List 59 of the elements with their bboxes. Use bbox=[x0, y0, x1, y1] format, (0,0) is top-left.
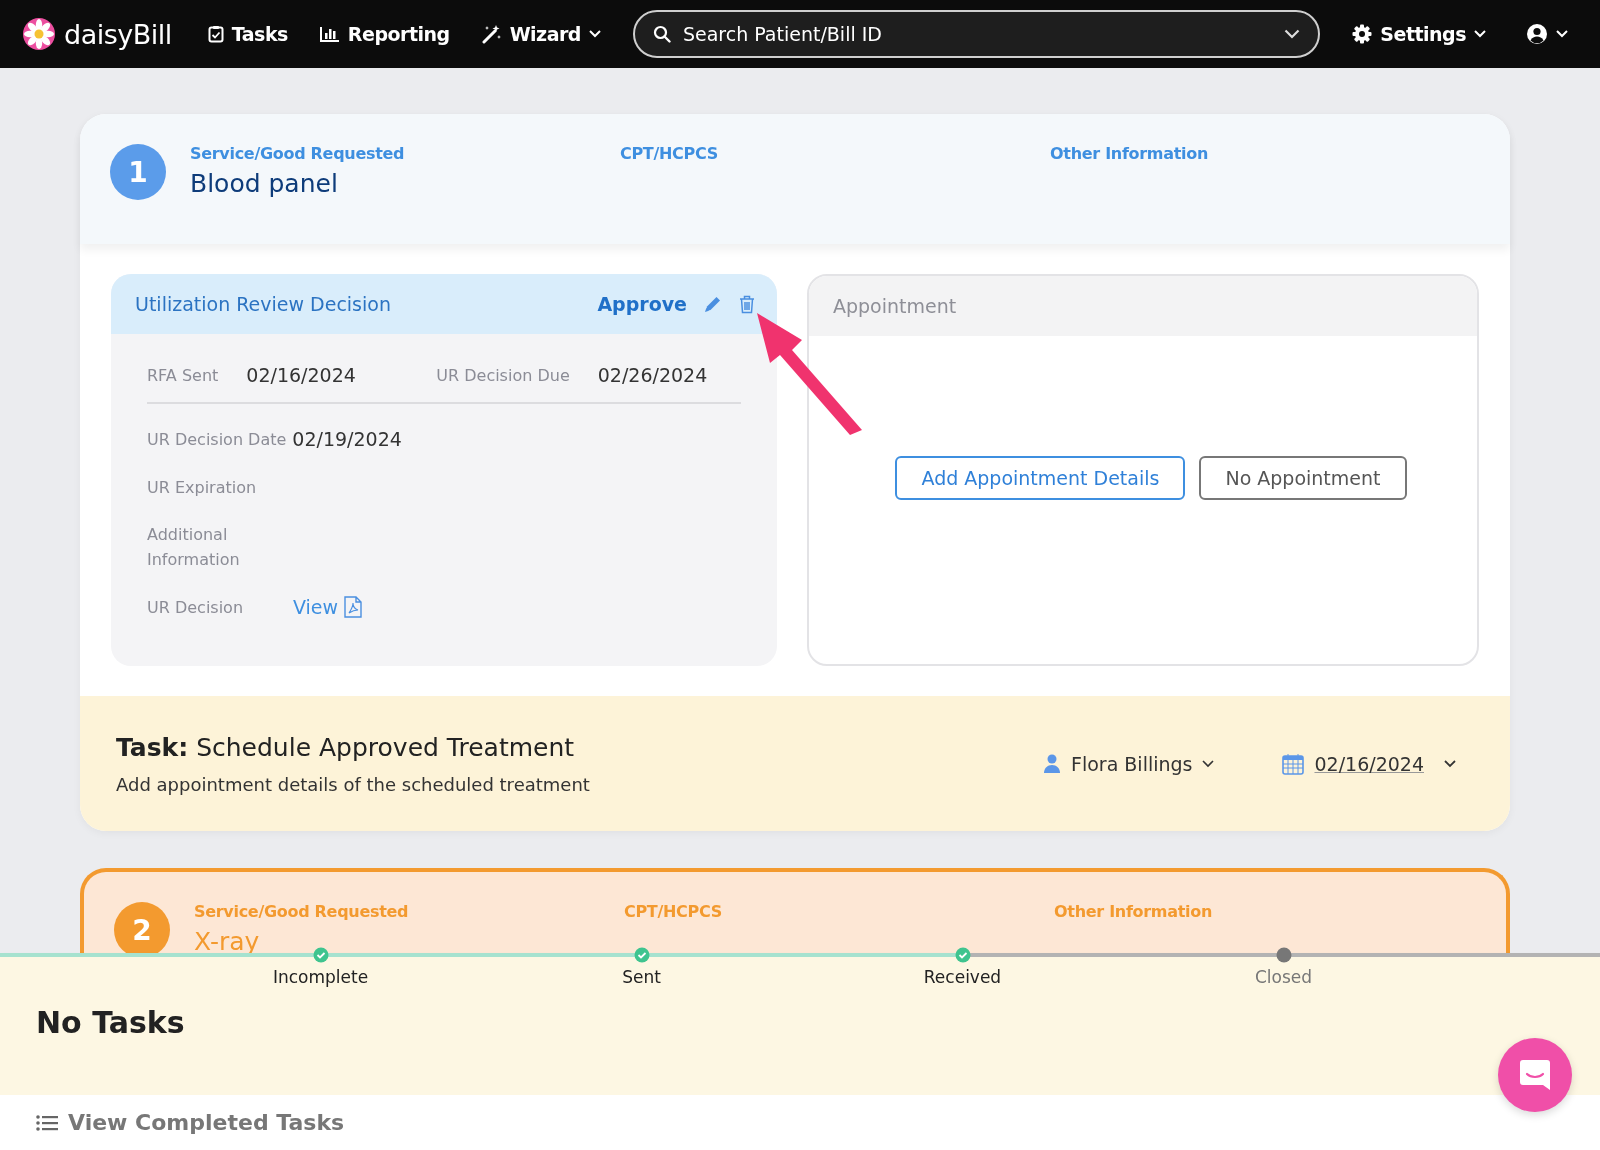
task-title: Task: Schedule Approved Treatment bbox=[116, 732, 576, 762]
field-label: RFA Sent bbox=[147, 365, 219, 385]
pencil-icon[interactable] bbox=[703, 294, 723, 314]
nav-item[interactable]: Tasks bbox=[197, 17, 298, 51]
panel-title: No Tasks bbox=[35, 1004, 186, 1040]
column-label: Other Information bbox=[1054, 902, 1213, 921]
field-value: 02/19/2024 bbox=[292, 428, 402, 450]
column-label: Service/Good Requested bbox=[194, 902, 410, 921]
bar-chart-icon bbox=[319, 26, 340, 42]
decision-status: Approve bbox=[597, 293, 687, 315]
field-value: 02/26/2024 bbox=[597, 364, 708, 386]
column-label: CPT/HCPCS bbox=[624, 902, 723, 921]
list-icon bbox=[36, 1113, 58, 1132]
user-icon bbox=[1526, 23, 1548, 45]
due-date-dropdown[interactable]: 02/16/2024 bbox=[1278, 748, 1460, 779]
step-label: Incomplete bbox=[272, 967, 369, 987]
chevron-down-icon bbox=[1444, 759, 1456, 768]
column-label: CPT/HCPCS bbox=[620, 144, 719, 163]
daisy-logo-icon bbox=[22, 17, 56, 51]
field-label: UR Decision bbox=[147, 597, 245, 617]
nav-item[interactable]: Wizard bbox=[471, 17, 611, 51]
search-icon bbox=[652, 25, 671, 43]
panel-title: Utilization Review Decision bbox=[135, 293, 392, 315]
chevron-down-icon bbox=[588, 30, 601, 38]
trash-icon[interactable] bbox=[739, 294, 755, 314]
chevron-down-icon bbox=[1202, 759, 1215, 768]
search-field[interactable]: Search Patient/Bill ID bbox=[632, 10, 1321, 58]
field-label: UR Expiration bbox=[147, 477, 257, 497]
calendar-icon bbox=[1282, 752, 1305, 775]
step-label: Sent bbox=[622, 967, 661, 987]
field-label: UR Decision Due bbox=[436, 365, 570, 385]
chevron-down-icon bbox=[1556, 30, 1568, 38]
brand-name[interactable]: daisyBill bbox=[64, 18, 172, 50]
service-name: X-ray bbox=[194, 927, 261, 956]
field-label: UR Decision Date bbox=[147, 429, 287, 449]
step-label: Closed bbox=[1254, 967, 1313, 987]
field-label: Additional Information bbox=[147, 524, 241, 571]
magic-wand-icon bbox=[481, 24, 502, 44]
column-label: Service/Good Requested bbox=[190, 144, 406, 163]
appointment-button[interactable]: No Appointment bbox=[1199, 456, 1407, 500]
person-icon bbox=[1043, 753, 1061, 774]
pdf-file-icon bbox=[344, 596, 363, 618]
panel-title: Appointment bbox=[833, 295, 957, 317]
nav-item[interactable]: Reporting bbox=[309, 17, 460, 51]
settings-icon bbox=[1352, 24, 1373, 44]
service-name: Blood panel bbox=[190, 169, 339, 198]
step-label: Received bbox=[923, 967, 1002, 987]
column-label: Other Information bbox=[1050, 144, 1209, 163]
chevron-down-icon bbox=[1474, 30, 1486, 38]
chevron-down-icon bbox=[1284, 29, 1301, 39]
appointment-button[interactable]: Add Appointment Details bbox=[895, 456, 1186, 500]
clipboard-icon bbox=[207, 25, 224, 43]
settings-menu[interactable]: Settings bbox=[1342, 17, 1496, 51]
view-completed-link[interactable]: View Completed Tasks bbox=[36, 1110, 345, 1135]
task-description: Add appointment details of the scheduled treatment bbox=[116, 773, 591, 795]
request-number: 1 bbox=[110, 144, 166, 200]
field-value: 02/16/2024 bbox=[246, 364, 357, 386]
chat-icon bbox=[1517, 1057, 1553, 1093]
assignee-dropdown[interactable]: Flora Billings bbox=[1039, 748, 1219, 779]
